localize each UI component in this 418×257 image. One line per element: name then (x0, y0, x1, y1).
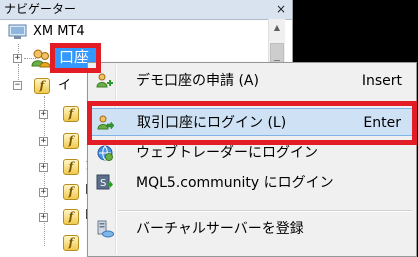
menu-separator (118, 210, 412, 212)
collapse-toggle[interactable]: − (13, 81, 22, 90)
indicator-gear-icon: f (63, 235, 79, 251)
menu-item-label: デモ口座の申請 (A) (136, 73, 259, 89)
menu-item-label: MQL5.community にログイン (136, 175, 334, 191)
highlight-box-login (87, 101, 417, 145)
scroll-up-icon[interactable]: ▲ (269, 19, 285, 36)
terminal-icon (8, 24, 28, 40)
menu-item-virtual-server[interactable]: バーチャルサーバーを登録 (90, 215, 414, 243)
close-icon[interactable]: × (274, 1, 288, 17)
svg-text:S: S (100, 178, 106, 189)
navigator-title: ナビゲーター (4, 2, 77, 16)
indicator-icon: f (63, 159, 79, 175)
highlight-box-accounts (50, 43, 101, 73)
accounts-icon (30, 47, 52, 69)
indicator-icon: f (63, 106, 79, 122)
navigator-header: ナビゲーター × (0, 0, 292, 20)
tree-root-label[interactable]: XM MT4 (33, 23, 85, 41)
app-window: ナビゲーター × XM MT4 + 口座 − f イ + f + f + f +… (0, 0, 418, 257)
expand-toggle[interactable]: + (39, 137, 48, 146)
indicator-icon: f (63, 133, 79, 149)
menu-item-label: バーチャルサーバーを登録 (136, 221, 304, 237)
indicator-gear-icon: f (63, 209, 79, 225)
menu-item-mql5[interactable]: S MQL5.community にログイン (90, 169, 414, 197)
web-trader-icon (96, 144, 114, 162)
tree-item-indicators-label[interactable]: イ (58, 77, 71, 95)
expand-toggle[interactable]: + (13, 54, 22, 63)
demo-account-plus-icon (96, 72, 114, 90)
expand-toggle[interactable]: + (39, 213, 48, 222)
thumb-grip (274, 60, 280, 61)
context-menu: デモ口座の申請 (A) Insert 取引口座にログイン (L) Enter ウ… (87, 62, 417, 257)
indicator-icon: f (63, 184, 79, 200)
expand-toggle[interactable]: + (39, 110, 48, 119)
menu-item-demo-account[interactable]: デモ口座の申請 (A) Insert (90, 67, 414, 95)
mql5-icon: S (96, 174, 114, 192)
expand-toggle[interactable]: + (39, 163, 48, 172)
expand-toggle[interactable]: + (39, 188, 48, 197)
virtual-server-icon (96, 220, 114, 238)
menu-item-shortcut: Insert (361, 73, 402, 89)
indicator-folder-icon: f (34, 78, 50, 94)
